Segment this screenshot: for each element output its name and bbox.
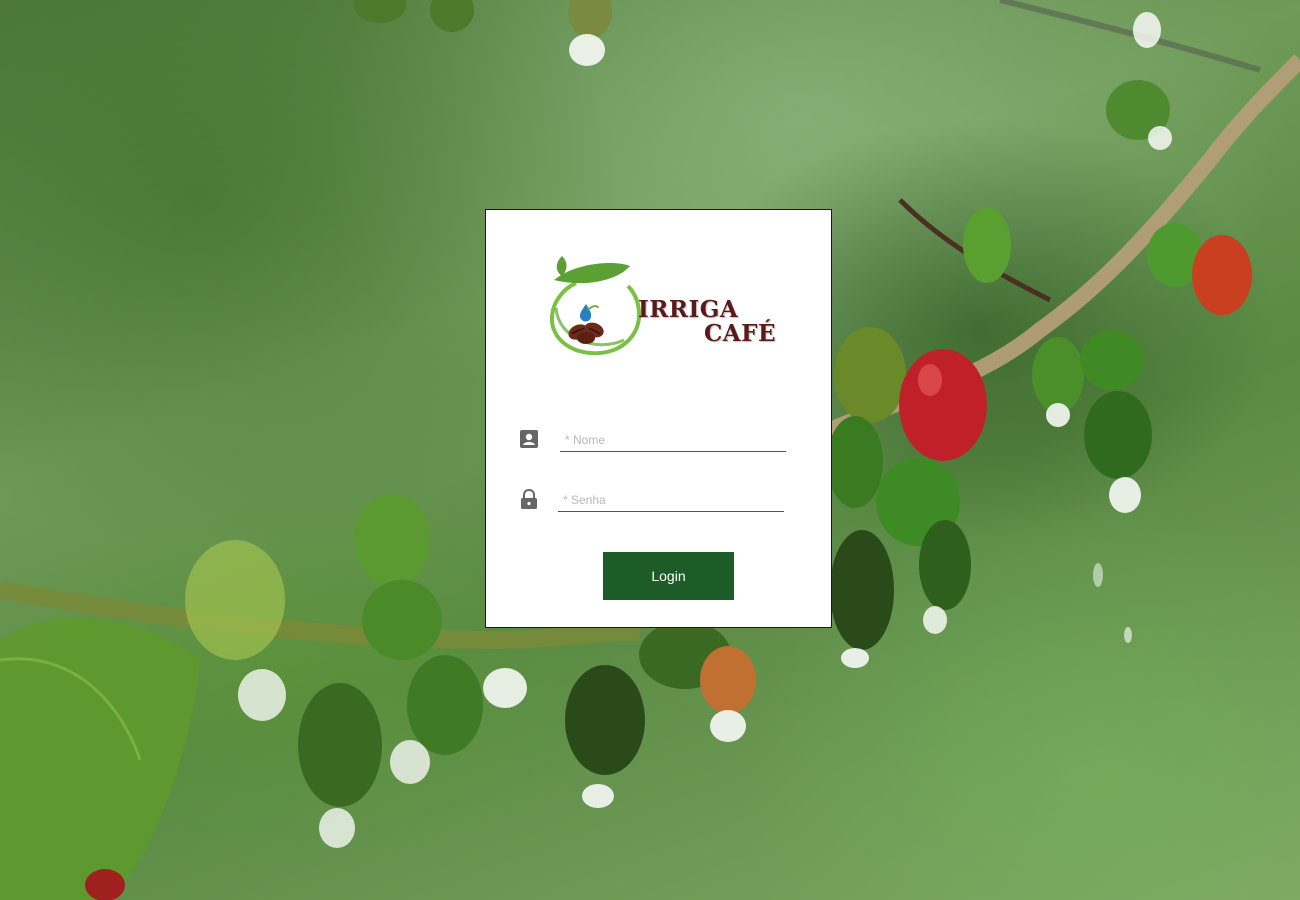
name-field-row — [518, 422, 788, 454]
password-input[interactable] — [558, 488, 784, 512]
login-button[interactable]: Login — [603, 552, 734, 600]
logo-text-cafe: CAFÉ — [704, 320, 777, 347]
logo-text-irriga: IRRIGA — [638, 296, 739, 323]
irriga-cafe-logo: IRRIGA CAFÉ — [536, 248, 786, 363]
name-input[interactable] — [560, 428, 786, 452]
password-field-row — [518, 482, 788, 514]
lock-icon — [521, 488, 537, 509]
user-card-icon — [520, 430, 538, 448]
login-card: IRRIGA CAFÉ Login — [485, 209, 832, 628]
